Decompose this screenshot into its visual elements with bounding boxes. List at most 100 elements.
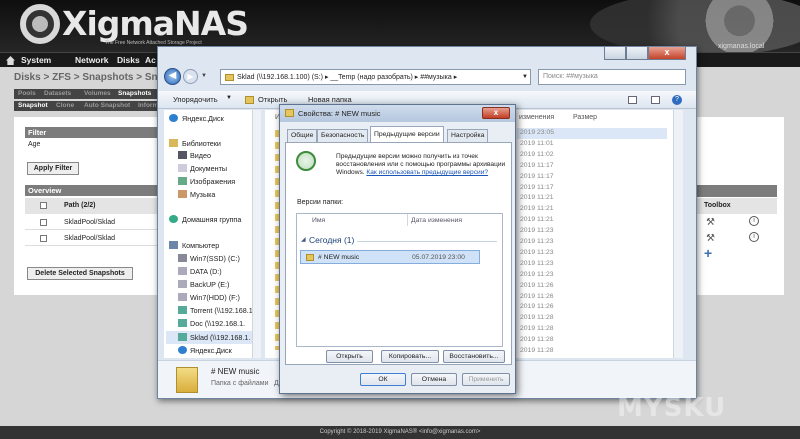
- row-checkbox[interactable]: [40, 235, 47, 242]
- maximize-button[interactable]: [626, 47, 648, 60]
- wrench-icon[interactable]: ⚒: [706, 217, 715, 228]
- folder-icon: [285, 109, 294, 117]
- info-text: Предыдущие версии можно получить из точе…: [336, 153, 506, 177]
- home-icon[interactable]: [6, 56, 15, 65]
- restore-version-button[interactable]: Восстановить...: [443, 350, 505, 363]
- help-icon[interactable]: ?: [672, 95, 682, 105]
- file-date: 2019 11:01: [520, 139, 554, 147]
- tab-security[interactable]: Безопасность: [317, 129, 369, 142]
- nav-item[interactable]: Sklad (\\192.168.1.: [190, 333, 250, 342]
- nav-item[interactable]: Изображения: [190, 177, 235, 186]
- hard-disk-graphic: [590, 0, 800, 52]
- copy-version-button[interactable]: Копировать...: [381, 350, 439, 363]
- cancel-button[interactable]: Отмена: [411, 373, 457, 386]
- new-folder-button[interactable]: Новая папка: [308, 95, 352, 104]
- nav-item[interactable]: Документы: [190, 164, 227, 173]
- dialog-close-button[interactable]: x: [482, 107, 510, 119]
- nav-item[interactable]: Win7(SSD) (C:): [190, 254, 240, 263]
- open-button[interactable]: Открыть: [258, 95, 287, 104]
- overview-header-right: [697, 185, 777, 197]
- column-size[interactable]: Размер: [573, 114, 597, 121]
- add-icon[interactable]: +: [704, 245, 712, 261]
- menu-disks[interactable]: Disks: [117, 55, 140, 65]
- ok-button[interactable]: ОК: [360, 373, 406, 386]
- tab-previous-versions[interactable]: Предыдущие версии: [370, 126, 444, 142]
- nav-item[interactable]: Видео: [190, 151, 211, 160]
- toolbox-header: Toolbox: [704, 202, 731, 209]
- path-column-header: Path (2/2): [64, 202, 96, 209]
- table-row[interactable]: SkladPool/Sklad: [25, 215, 160, 230]
- search-placeholder: Поиск: ##музыка: [543, 73, 598, 80]
- nav-item[interactable]: Яндекс.Диск: [190, 346, 232, 355]
- tab-customize[interactable]: Настройка: [447, 129, 489, 142]
- file-date: 2019 11:23: [520, 238, 554, 245]
- dialog-body: Предыдущие версии можно получить из точе…: [285, 142, 512, 365]
- pictures-icon: [178, 177, 187, 185]
- nav-item[interactable]: Doc (\\192.168.1.: [190, 319, 245, 328]
- view-icon[interactable]: [628, 96, 637, 104]
- file-date: 2019 11:26: [520, 303, 554, 311]
- info-icon[interactable]: i: [749, 232, 759, 242]
- tab-snapshot[interactable]: Snapshot: [18, 102, 48, 109]
- open-version-button[interactable]: Открыть: [326, 350, 373, 363]
- file-scrollbar[interactable]: [673, 110, 683, 358]
- logo-icon: [20, 4, 60, 44]
- file-date: 2019 11:28: [520, 336, 554, 344]
- hostname: xigmanas.local: [718, 43, 765, 50]
- menu-access[interactable]: Ac: [145, 55, 156, 65]
- menu-system[interactable]: System: [21, 55, 51, 65]
- nav-item[interactable]: Библиотеки: [182, 139, 221, 148]
- preview-pane-icon[interactable]: [651, 96, 660, 104]
- nav-item[interactable]: Яндекс.Диск: [182, 114, 224, 123]
- nav-scrollbar[interactable]: [252, 110, 261, 358]
- nav-item[interactable]: DATA (D:): [190, 267, 222, 276]
- history-dropdown-icon[interactable]: ▼: [201, 73, 207, 79]
- tab-snapshots[interactable]: Snapshots: [118, 90, 151, 97]
- column-modified[interactable]: изменения: [519, 114, 554, 121]
- nav-item[interactable]: Домашняя группа: [182, 215, 241, 224]
- tab-general[interactable]: Общие: [287, 129, 318, 142]
- apply-filter-button[interactable]: Apply Filter: [27, 162, 79, 175]
- table-row[interactable]: SkladPool/Sklad: [25, 231, 160, 246]
- back-icon[interactable]: ◀: [164, 68, 181, 85]
- folder-icon: [225, 73, 234, 81]
- properties-dialog: Свойства: # NEW music x Общие Безопаснос…: [279, 104, 516, 394]
- how-to-link[interactable]: Как использовать предыдущие версии?: [366, 169, 488, 176]
- column-name[interactable]: Имя: [312, 217, 325, 224]
- nav-item[interactable]: BackUP (E:): [190, 280, 229, 289]
- dialog-title: Свойства: # NEW music: [280, 105, 515, 122]
- tab-information[interactable]: Inform: [138, 102, 158, 109]
- file-date: 2019 11:23: [520, 270, 554, 278]
- tab-clone[interactable]: Clone: [56, 102, 74, 109]
- collapse-icon[interactable]: ◢: [301, 236, 306, 243]
- details-type: Папка с файлами: [211, 380, 269, 387]
- window-close-button[interactable]: x: [648, 47, 686, 60]
- minimize-button[interactable]: [604, 47, 626, 60]
- nav-item[interactable]: Torrent (\\192.168.1: [190, 306, 253, 315]
- apply-button[interactable]: Применить: [462, 373, 510, 386]
- address-bar[interactable]: Sklad (\\192.168.1.100) (S:) ▸ __Temp (н…: [220, 69, 531, 85]
- nav-item[interactable]: Компьютер: [182, 241, 219, 250]
- organize-button[interactable]: Упорядочить: [173, 95, 218, 104]
- tab-volumes[interactable]: Volumes: [84, 90, 111, 97]
- versions-list: Имя Дата изменения ◢ Сегодня (1) # NEW m…: [296, 213, 503, 347]
- forward-icon[interactable]: ▶: [183, 69, 198, 84]
- column-date[interactable]: Дата изменения: [411, 217, 462, 224]
- organize-dropdown-icon[interactable]: ▼: [226, 95, 232, 101]
- delete-snapshots-button[interactable]: Delete Selected Snapshots: [27, 267, 133, 280]
- menu-network[interactable]: Network: [75, 55, 109, 65]
- wrench-icon[interactable]: ⚒: [706, 233, 715, 244]
- nav-item[interactable]: Музыка: [190, 190, 215, 199]
- search-input[interactable]: Поиск: ##музыка: [538, 69, 686, 85]
- version-row[interactable]: # NEW music 05.07.2019 23:00: [300, 250, 480, 264]
- address-dropdown-icon[interactable]: ▼: [522, 74, 528, 80]
- tab-datasets[interactable]: Datasets: [44, 90, 71, 97]
- tab-pools[interactable]: Pools: [18, 90, 36, 97]
- tab-auto-snapshot[interactable]: Auto Snapshot: [84, 102, 130, 109]
- row-checkbox[interactable]: [40, 219, 47, 226]
- versions-label: Версии папки:: [297, 199, 344, 206]
- overview-header: Overview: [25, 185, 160, 196]
- info-icon[interactable]: i: [749, 216, 759, 226]
- nav-item[interactable]: Win7(HDD) (F:): [190, 293, 240, 302]
- select-all-checkbox[interactable]: [40, 202, 47, 209]
